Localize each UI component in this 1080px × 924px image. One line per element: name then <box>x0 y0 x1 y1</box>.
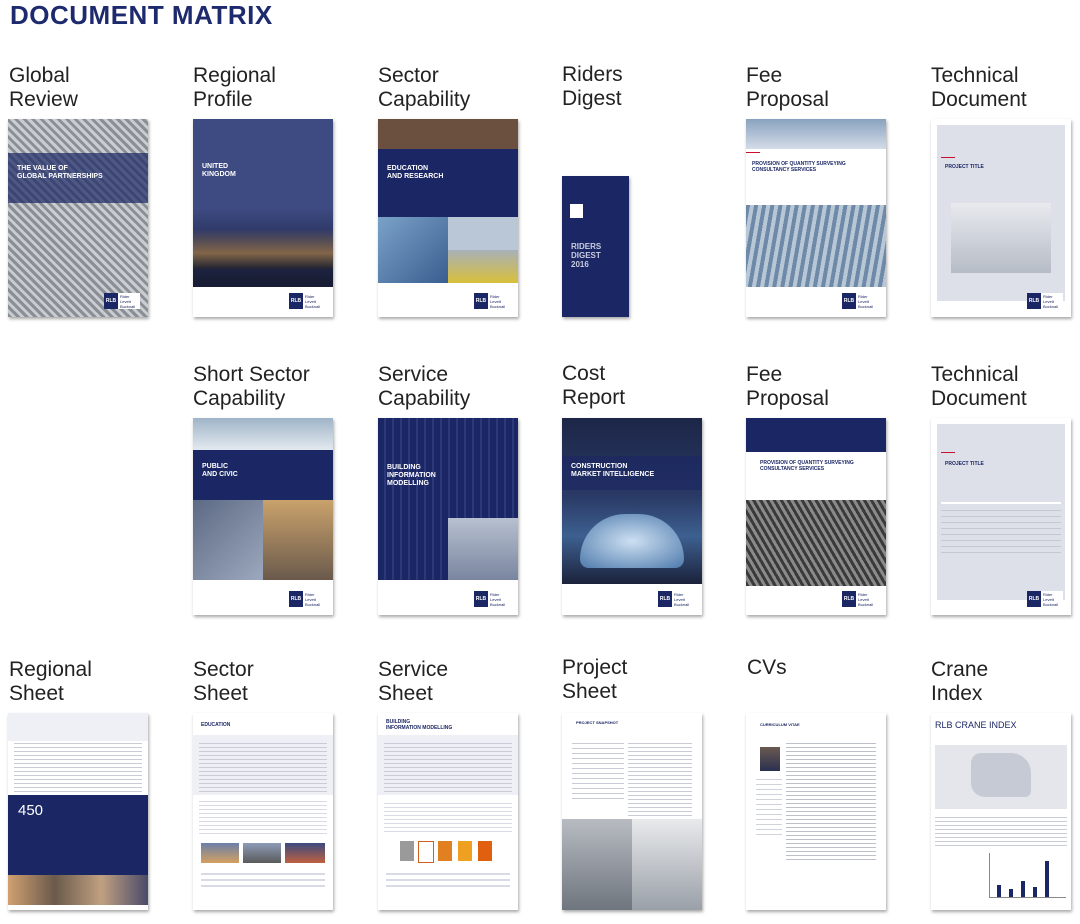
label-regional-sheet: Regional Sheet <box>9 658 92 705</box>
doc-regional-sheet[interactable]: 450 <box>8 713 148 910</box>
rlb-logo: RLB Rider Levett Bucknall <box>104 293 140 309</box>
doc-cvs[interactable]: CURRICULUM VITAE <box>746 713 886 910</box>
label-riders-digest: Riders Digest <box>562 63 623 110</box>
rlb-logo: RLB Rider Levett Bucknall <box>474 591 510 607</box>
doc-service-capability[interactable]: BUILDING INFORMATION MODELLING RLB Rider … <box>378 418 518 615</box>
doc-crane-index[interactable]: RLB CRANE INDEX <box>931 713 1071 910</box>
rlb-logo: RLB Rider Levett Bucknall <box>289 591 325 607</box>
doc-sector-capability[interactable]: EDUCATION AND RESEARCH RLB Rider Levett B… <box>378 119 518 317</box>
doc-project-sheet[interactable]: PROJECT SNAPSHOT <box>562 713 702 910</box>
label-cvs: CVs <box>747 656 787 679</box>
label-technical-document: Technical Document <box>931 64 1027 111</box>
rlb-logo: RLB Rider Levett Bucknall <box>289 293 325 309</box>
label-fee-proposal-2: Fee Proposal <box>746 363 829 410</box>
doc-cost-report[interactable]: CONSTRUCTION MARKET INTELLIGENCE RLB Ride… <box>562 418 702 615</box>
rlb-logo: RLB Rider Levett Bucknall <box>474 293 510 309</box>
rlb-logo: RLB Rider Levett Bucknall <box>658 591 694 607</box>
doc-fee-proposal[interactable]: PROVISION OF QUANTITY SURVEYING CONSULTA… <box>746 119 886 317</box>
doc-technical-document-2[interactable]: PROJECT TITLE RLB Rider Levett Bucknall <box>931 418 1071 615</box>
doc-fee-proposal-2[interactable]: PROVISION OF QUANTITY SURVEYING CONSULTA… <box>746 418 886 615</box>
label-sector-sheet: Sector Sheet <box>193 658 254 705</box>
label-crane-index: Crane Index <box>931 658 989 705</box>
label-service-capability: Service Capability <box>378 363 471 410</box>
rlb-logo: RLB Rider Levett Bucknall <box>1027 591 1063 607</box>
doc-riders-digest[interactable]: RIDERS DIGEST 2016 <box>562 176 629 317</box>
label-short-sector-capability: Short Sector Capability <box>193 363 310 410</box>
doc-short-sector-capability[interactable]: PUBLIC AND CIVIC RLB Rider Levett Bucknal… <box>193 418 333 615</box>
label-service-sheet: Service Sheet <box>378 658 449 705</box>
label-fee-proposal: Fee Proposal <box>746 64 829 111</box>
label-sector-capability: Sector Capability <box>378 64 471 111</box>
doc-global-review[interactable]: THE VALUE OF GLOBAL PARTNERSHIPS RLB Ride… <box>8 119 148 317</box>
label-global-review: Global Review <box>9 64 78 111</box>
doc-regional-profile[interactable]: UNITED KINGDOM RLB Rider Levett Bucknall <box>193 119 333 317</box>
rlb-logo: RLB Rider Levett Bucknall <box>1027 293 1063 309</box>
label-project-sheet: Project Sheet <box>562 656 628 703</box>
rlb-logo: RLB Rider Levett Bucknall <box>842 293 878 309</box>
label-technical-document-2: Technical Document <box>931 363 1027 410</box>
label-regional-profile: Regional Profile <box>193 64 276 111</box>
rlb-logo: RLB Rider Levett Bucknall <box>842 591 878 607</box>
page-title: DOCUMENT MATRIX <box>10 0 273 30</box>
doc-technical-document[interactable]: PROJECT TITLE RLB Rider Levett Bucknall <box>931 119 1071 317</box>
label-cost-report: Cost Report <box>562 362 626 409</box>
doc-sector-sheet[interactable]: EDUCATION <box>193 713 333 910</box>
doc-service-sheet[interactable]: BUILDING INFORMATION MODELLING <box>378 713 518 910</box>
